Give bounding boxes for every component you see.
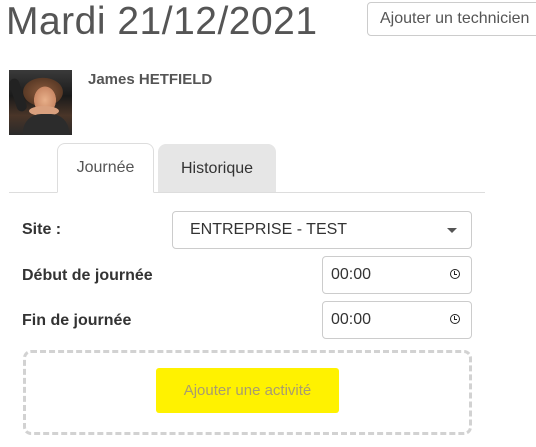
avatar xyxy=(9,70,72,135)
site-label: Site : xyxy=(22,221,62,238)
start-time-value: 00:00 xyxy=(331,266,372,283)
end-time-value: 00:00 xyxy=(331,311,372,328)
end-of-day-label: Fin de journée xyxy=(22,312,132,329)
page-title: Mardi 21/12/2021 xyxy=(6,0,318,43)
site-select-value: ENTREPRISE - TEST xyxy=(190,221,348,238)
clock-icon[interactable] xyxy=(450,269,460,279)
microphone-shape xyxy=(9,77,29,113)
tab-journee[interactable]: Journée xyxy=(57,143,154,193)
start-time-input[interactable]: 00:00 xyxy=(322,256,472,294)
site-select[interactable]: ENTREPRISE - TEST xyxy=(172,211,472,249)
tab-historique[interactable]: Historique xyxy=(158,144,276,192)
technician-name: James HETFIELD xyxy=(88,71,213,88)
add-technician-input[interactable] xyxy=(367,2,536,36)
clock-icon[interactable] xyxy=(450,314,460,324)
chevron-down-icon xyxy=(447,228,457,233)
add-activity-button[interactable]: Ajouter une activité xyxy=(156,368,339,413)
end-time-input[interactable]: 00:00 xyxy=(322,301,472,339)
day-view: Mardi 21/12/2021 James HETFIELD Journée … xyxy=(0,0,536,447)
start-of-day-label: Début de journée xyxy=(22,267,153,284)
